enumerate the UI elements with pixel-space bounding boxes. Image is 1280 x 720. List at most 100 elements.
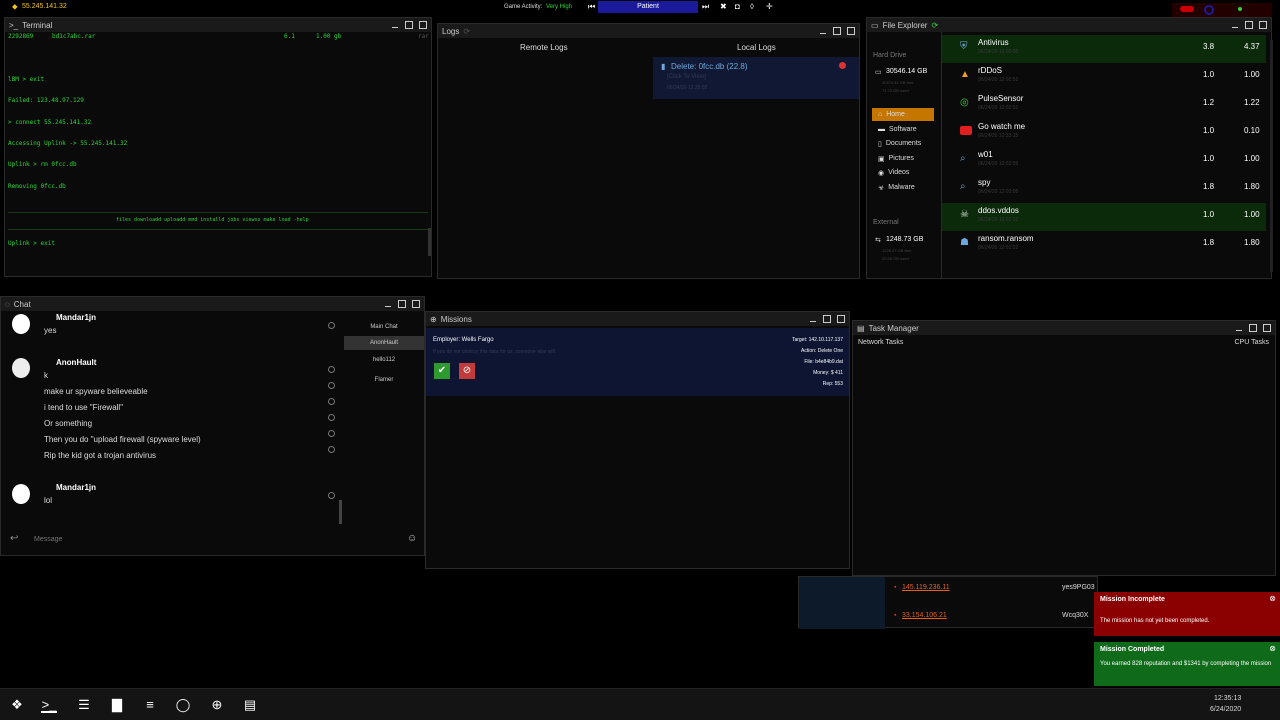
log-delete-button[interactable]: [839, 62, 846, 69]
file-row[interactable]: ☠ ddos.vddos 06/24/20 12:02:52 1.0 1.00: [942, 203, 1266, 231]
refresh-icon[interactable]: ⟳: [463, 27, 470, 36]
file-row[interactable]: ☗ ransom.ransom 06/24/20 12:02:52 1.8 1.…: [942, 231, 1266, 259]
sidebar-item-documents[interactable]: ▯ Documents: [872, 137, 934, 150]
ext-size[interactable]: 1248.73 GB: [886, 236, 923, 243]
toast-mission-completed[interactable]: Mission Completed ⊗ You earned 828 reput…: [1094, 642, 1280, 686]
crosshair-taskbar-icon[interactable]: ⊕: [209, 697, 225, 713]
file-row[interactable]: ⌕ spy 06/24/20 12:02:05 1.8 1.80: [942, 175, 1266, 203]
message-options-icon[interactable]: [328, 492, 335, 499]
channel-main-chat[interactable]: Main Chat: [344, 318, 424, 336]
tools-icon[interactable]: ✖: [720, 2, 727, 11]
terminal-taskbar-icon[interactable]: >_: [41, 697, 57, 713]
chat-message-input[interactable]: [34, 533, 394, 545]
task-taskbar-icon[interactable]: ▤: [242, 697, 258, 713]
minimize-button[interactable]: [384, 300, 392, 308]
camera-icon[interactable]: ◘: [735, 2, 740, 11]
chat-username[interactable]: Mandar1jn: [56, 313, 96, 322]
channel-flamer[interactable]: Flamer: [344, 370, 424, 390]
file-explorer-titlebar[interactable]: ▭ File Explorer ⟳: [867, 18, 1271, 32]
message-options-icon[interactable]: [328, 430, 335, 437]
tab-network-tasks[interactable]: Network Tasks: [858, 339, 903, 346]
task-ip[interactable]: 33.154.106.21: [902, 612, 947, 619]
file-explorer-scrollbar[interactable]: [1270, 40, 1273, 272]
maximize-button[interactable]: [1249, 324, 1257, 332]
maximize-button[interactable]: [823, 315, 831, 323]
tab-cpu-tasks[interactable]: CPU Tasks: [1235, 339, 1270, 346]
chat-scrollbar[interactable]: [339, 500, 342, 524]
avatar[interactable]: [12, 314, 30, 334]
toast-close-button[interactable]: ⊗: [1269, 644, 1276, 653]
minimize-button[interactable]: [1235, 324, 1243, 332]
close-button[interactable]: [1263, 324, 1271, 332]
message-options-icon[interactable]: [328, 382, 335, 389]
terminal-divider: [8, 229, 428, 230]
toast-close-button[interactable]: ⊗: [1269, 594, 1276, 603]
file-row[interactable]: ⌕ w01 06/24/20 12:02:59 1.0 1.00: [942, 147, 1266, 175]
message-options-icon[interactable]: [328, 398, 335, 405]
hd-size[interactable]: 30546.14 GB: [886, 68, 927, 75]
terminal-title: Terminal: [22, 20, 53, 30]
message-options-icon[interactable]: [328, 414, 335, 421]
log-entry-link[interactable]: [Click To View]: [667, 74, 706, 80]
avatar[interactable]: [12, 484, 30, 504]
file-row[interactable]: ⛨ Antivirus 06/24/20 12:02:05 3.8 4.37: [942, 35, 1266, 63]
minimize-button[interactable]: [809, 315, 817, 323]
avatar[interactable]: [12, 358, 30, 378]
paw-start-icon[interactable]: ❖: [9, 697, 25, 713]
channel-hello112[interactable]: hello112: [344, 350, 424, 370]
sidebar-item-home[interactable]: ⌂ Home: [872, 108, 934, 121]
refresh-icon[interactable]: ⟳: [931, 21, 938, 30]
minimize-button[interactable]: [391, 21, 399, 29]
checklist-icon[interactable]: ☰: [76, 697, 92, 713]
maximize-button[interactable]: [1245, 21, 1253, 29]
crosshair-icon[interactable]: ✛: [766, 2, 773, 11]
logs-titlebar[interactable]: Logs ⟳: [438, 24, 859, 38]
log-entry[interactable]: ▮ Delete: 0fcc.db (22.8) [Click To View]…: [653, 57, 859, 99]
decline-mission-button[interactable]: ⊘: [459, 363, 475, 379]
chat-taskbar-icon[interactable]: ◯: [175, 697, 191, 713]
terminal-scrollbar[interactable]: [428, 228, 431, 256]
next-track-button[interactable]: ⏭: [702, 2, 709, 12]
chat-username[interactable]: AnonHault: [56, 358, 96, 367]
sidebar-item-malware[interactable]: ☣ Malware: [872, 181, 934, 194]
close-button[interactable]: [419, 21, 427, 29]
track-bar[interactable]: Patient: [598, 1, 698, 13]
file-row[interactable]: Go watch me 06/24/20 12:33:15 1.0 0.10: [942, 119, 1266, 147]
maximize-button[interactable]: [405, 21, 413, 29]
chat-titlebar[interactable]: ◌ Chat: [1, 297, 424, 311]
close-button[interactable]: [847, 27, 855, 35]
sidebar-item-videos[interactable]: ◉ Videos: [872, 166, 934, 179]
folder-taskbar-icon[interactable]: ▇: [109, 697, 125, 713]
channel-anonhault[interactable]: AnonHault: [344, 336, 424, 350]
message-options-icon[interactable]: [328, 366, 335, 373]
missions-titlebar[interactable]: ⊕ Missions: [426, 312, 849, 326]
close-button[interactable]: [412, 300, 420, 308]
close-button[interactable]: [837, 315, 845, 323]
mission-card[interactable]: Employer: Wells Fargo If you do not dest…: [426, 328, 849, 396]
task-ip[interactable]: 145.119.236.11: [902, 584, 950, 591]
minimize-button[interactable]: [1231, 21, 1239, 29]
file-row[interactable]: ▲ rDDoS 06/24/20 12:02:51 1.0 1.00: [942, 63, 1266, 91]
external-label: External: [873, 219, 899, 226]
emoji-icon[interactable]: ☺: [407, 533, 417, 544]
message-options-icon[interactable]: [328, 322, 335, 329]
prev-track-button[interactable]: ⏮: [588, 2, 595, 12]
sidebar-item-pictures[interactable]: ▣ Pictures: [872, 152, 934, 165]
mute-icon[interactable]: ◊: [750, 2, 754, 11]
sidebar-item-software[interactable]: ▬ Software: [872, 123, 934, 136]
file-row[interactable]: ◎ PulseSensor 06/24/20 12:02:51 1.2 1.22: [942, 91, 1266, 119]
terminal-titlebar[interactable]: >_ Terminal: [5, 18, 431, 32]
toast-mission-incomplete[interactable]: Mission Incomplete ⊗ The mission has not…: [1094, 592, 1280, 636]
message-options-icon[interactable]: [328, 446, 335, 453]
list-icon[interactable]: ≡: [142, 697, 158, 713]
chat-message: lol: [44, 496, 53, 505]
accept-mission-button[interactable]: ✔: [434, 363, 450, 379]
terminal-prompt-input[interactable]: Uplink > exit: [8, 240, 55, 247]
close-button[interactable]: [1259, 21, 1267, 29]
task-manager-titlebar[interactable]: ▤ Task Manager: [853, 321, 1275, 335]
maximize-button[interactable]: [833, 27, 841, 35]
reply-icon[interactable]: ↩: [10, 533, 18, 544]
maximize-button[interactable]: [398, 300, 406, 308]
chat-username[interactable]: Mandar1jn: [56, 483, 96, 492]
minimize-button[interactable]: [819, 27, 827, 35]
